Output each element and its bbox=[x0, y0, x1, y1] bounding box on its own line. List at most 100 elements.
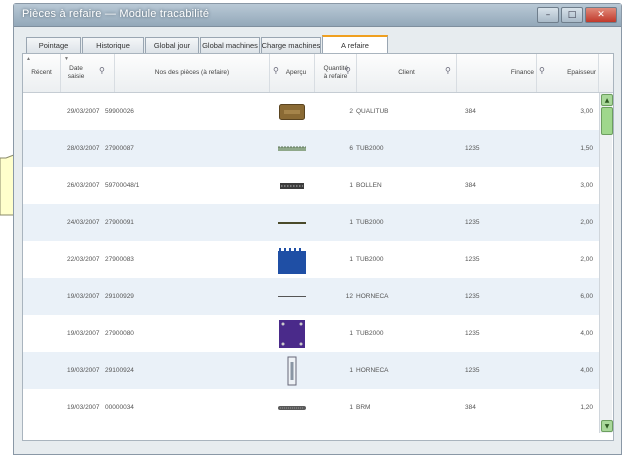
client-cell: HORNECA bbox=[356, 293, 389, 300]
piece-cell: 29100924 bbox=[105, 367, 134, 374]
minimize-button[interactable]: – bbox=[537, 7, 559, 23]
table-row[interactable]: 28/03/2007 27900087 6 TUB2000 1235 1,50 bbox=[23, 130, 599, 167]
column-header-date[interactable]: ▼ Date saisie ⚲ bbox=[61, 54, 115, 92]
preview-thumbnail bbox=[278, 93, 306, 130]
quantity-cell: 2 bbox=[349, 108, 353, 115]
client-cell: QUALITUB bbox=[356, 108, 389, 115]
finance-cell: 384 bbox=[465, 404, 476, 411]
column-header-recent[interactable]: ▲ Récent bbox=[23, 54, 61, 92]
quantity-cell: 1 bbox=[349, 219, 353, 226]
piece-cell: 27900087 bbox=[105, 145, 134, 152]
column-header-apercu[interactable]: ⚲ Aperçu bbox=[270, 54, 315, 92]
finance-cell: 1235 bbox=[465, 219, 480, 226]
client-cell: HORNECA bbox=[356, 367, 389, 374]
tab-global-jour[interactable]: Global jour bbox=[145, 37, 199, 53]
date-cell: 22/03/2007 bbox=[67, 256, 100, 263]
date-cell: 19/03/2007 bbox=[67, 293, 100, 300]
column-header-client[interactable]: Client ⚲ bbox=[357, 54, 457, 92]
table-row[interactable]: 22/03/2007 27900083 1 TUB2000 1235 2,00 bbox=[23, 241, 599, 278]
preview-thumbnail bbox=[278, 389, 306, 426]
part-image bbox=[279, 103, 305, 120]
tab-charge-machines[interactable]: Charge machines bbox=[261, 37, 321, 53]
status-bar bbox=[22, 444, 614, 454]
quantity-cell: 1 bbox=[349, 182, 353, 189]
client-cell: TUB2000 bbox=[356, 256, 384, 263]
thickness-cell: 3,00 bbox=[580, 182, 593, 189]
table-row[interactable]: 19/03/2007 27900080 1 TUB2000 1235 4,00 bbox=[23, 315, 599, 352]
preview-thumbnail bbox=[278, 352, 306, 389]
part-image bbox=[278, 221, 306, 224]
table-row[interactable]: 19/03/2007 00000034 1 BRM 384 1,20 bbox=[23, 389, 599, 426]
piece-cell: 27900091 bbox=[105, 219, 134, 226]
table-row[interactable]: 19/03/2007 29100929 12 HORNECA 1235 6,00 bbox=[23, 278, 599, 315]
finance-cell: 384 bbox=[465, 182, 476, 189]
preview-thumbnail bbox=[278, 278, 306, 315]
client-cell: BOLLEN bbox=[356, 182, 382, 189]
thickness-cell: 4,00 bbox=[580, 367, 593, 374]
part-image bbox=[280, 182, 304, 189]
quantity-cell: 6 bbox=[349, 145, 353, 152]
vertical-scrollbar[interactable]: ▲ ▼ bbox=[599, 93, 613, 433]
thickness-cell: 2,00 bbox=[580, 219, 593, 226]
thickness-cell: 3,00 bbox=[580, 108, 593, 115]
part-image bbox=[279, 319, 305, 348]
quantity-cell: 1 bbox=[349, 367, 353, 374]
piece-cell: 59700048/1 bbox=[105, 182, 140, 189]
scroll-down-icon[interactable]: ▼ bbox=[601, 420, 613, 432]
date-cell: 28/03/2007 bbox=[67, 145, 100, 152]
window-title: Pièces à refaire — Module tracabilité bbox=[22, 8, 210, 20]
maximize-button[interactable]: □ bbox=[561, 7, 583, 23]
tab-bar: Pointage Historique Global jour Global m… bbox=[26, 35, 389, 53]
search-icon[interactable]: ⚲ bbox=[539, 67, 545, 75]
part-image bbox=[278, 146, 306, 151]
window-controls: – □ ✕ bbox=[537, 7, 617, 23]
piece-cell: 29100929 bbox=[105, 293, 134, 300]
thickness-cell: 2,00 bbox=[580, 256, 593, 263]
quantity-cell: 1 bbox=[349, 330, 353, 337]
finance-cell: 1235 bbox=[465, 145, 480, 152]
table-row[interactable]: 19/03/2007 29100924 1 HORNECA 1235 4,00 bbox=[23, 352, 599, 389]
preview-thumbnail bbox=[278, 167, 306, 204]
tab-historique[interactable]: Historique bbox=[82, 37, 144, 53]
search-icon[interactable]: ⚲ bbox=[99, 67, 105, 75]
table-row[interactable]: 26/03/2007 59700048/1 1 BOLLEN 384 3,00 bbox=[23, 167, 599, 204]
column-header-pieces[interactable]: Nos des pièces (à refaire) bbox=[115, 54, 270, 92]
client-cell: TUB2000 bbox=[356, 219, 384, 226]
finance-cell: 384 bbox=[465, 108, 476, 115]
date-cell: 19/03/2007 bbox=[67, 404, 100, 411]
finance-cell: 1235 bbox=[465, 293, 480, 300]
piece-cell: 27900083 bbox=[105, 256, 134, 263]
preview-thumbnail bbox=[278, 204, 306, 241]
tab-pointage[interactable]: Pointage bbox=[26, 37, 81, 53]
preview-thumbnail bbox=[276, 315, 308, 352]
column-header-quantite[interactable]: Quantité à refaire ⚲ bbox=[315, 54, 357, 92]
search-icon[interactable]: ⚲ bbox=[345, 67, 351, 75]
finance-cell: 1235 bbox=[465, 367, 480, 374]
thickness-cell: 4,00 bbox=[580, 330, 593, 337]
date-cell: 19/03/2007 bbox=[67, 330, 100, 337]
thickness-cell: 1,50 bbox=[580, 145, 593, 152]
scroll-up-icon[interactable]: ▲ bbox=[601, 94, 613, 106]
column-header-epaisseur[interactable]: ⚲ Epaisseur bbox=[537, 54, 599, 92]
tab-a-refaire[interactable]: A refaire bbox=[322, 35, 388, 53]
title-bar[interactable]: Pièces à refaire — Module tracabilité – … bbox=[14, 4, 621, 27]
quantity-cell: 1 bbox=[349, 256, 353, 263]
search-icon[interactable]: ⚲ bbox=[445, 67, 451, 75]
tab-global-machines[interactable]: Global machines bbox=[200, 37, 260, 53]
piece-cell: 00000034 bbox=[105, 404, 134, 411]
search-icon[interactable]: ⚲ bbox=[273, 67, 279, 75]
preview-thumbnail bbox=[276, 241, 308, 278]
part-image bbox=[287, 356, 297, 385]
column-header-finance[interactable]: Finance bbox=[457, 54, 537, 92]
quantity-cell: 1 bbox=[349, 404, 353, 411]
date-cell: 29/03/2007 bbox=[67, 108, 100, 115]
scroll-thumb[interactable] bbox=[601, 107, 613, 135]
piece-cell: 59900026 bbox=[105, 108, 134, 115]
preview-thumbnail bbox=[278, 130, 306, 167]
close-button[interactable]: ✕ bbox=[585, 7, 617, 23]
quantity-cell: 12 bbox=[345, 293, 353, 300]
table-row[interactable]: 24/03/2007 27900091 1 TUB2000 1235 2,00 bbox=[23, 204, 599, 241]
date-cell: 24/03/2007 bbox=[67, 219, 100, 226]
table-row[interactable]: 29/03/2007 59900026 2 QUALITUB 384 3,00 bbox=[23, 93, 599, 130]
date-cell: 19/03/2007 bbox=[67, 367, 100, 374]
